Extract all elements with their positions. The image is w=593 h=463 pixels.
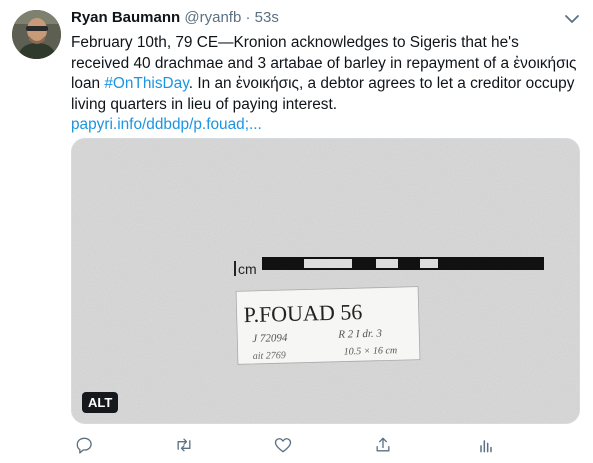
papyrus-photo: cm P.FOUAD 56 J 72094 R 2 I dr. 3 ait 27…	[72, 139, 579, 423]
card-line-1a: J 72094	[252, 332, 288, 345]
tweet-actions	[71, 432, 501, 458]
card-title: P.FOUAD 56	[243, 299, 362, 327]
reply-icon[interactable]	[71, 432, 97, 458]
card-line-2a: ait 2769	[253, 350, 286, 362]
author-name[interactable]: Ryan Baumann	[71, 9, 180, 26]
hashtag-link[interactable]: #OnThisDay	[104, 75, 188, 92]
timestamp[interactable]: 53s	[255, 9, 279, 26]
separator: ·	[245, 9, 251, 26]
tweet-text: February 10th, 79 CE—Kronion acknowledge…	[71, 33, 581, 136]
tweet-header: Ryan Baumann @ryanfb · 53s	[71, 9, 279, 26]
papyri-link[interactable]: papyri.info/ddbdp/p.fouad;...	[71, 116, 262, 133]
analytics-icon[interactable]	[473, 432, 499, 458]
card-line-1b: R 2 I dr. 3	[337, 328, 382, 341]
share-icon[interactable]	[370, 432, 396, 458]
alt-badge[interactable]: ALT	[82, 392, 119, 413]
tweet-image[interactable]: cm P.FOUAD 56 J 72094 R 2 I dr. 3 ait 27…	[71, 138, 580, 424]
author-handle[interactable]: @ryanfb	[184, 9, 241, 26]
avatar[interactable]	[12, 10, 61, 59]
tweet[interactable]: Ryan Baumann @ryanfb · 53s February 10th…	[0, 0, 593, 463]
retweet-icon[interactable]	[171, 432, 197, 458]
card-line-2b: 10.5 × 16 cm	[344, 345, 398, 357]
chevron-down-icon[interactable]	[561, 8, 583, 30]
scale-label: cm	[238, 261, 257, 277]
heart-icon[interactable]	[270, 432, 296, 458]
